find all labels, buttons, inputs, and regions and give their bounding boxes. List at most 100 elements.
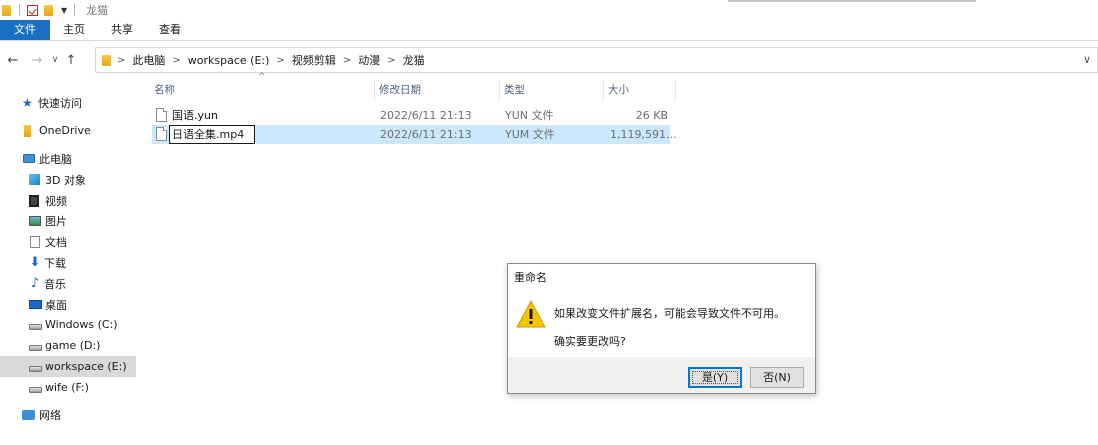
sidebar-item-label: OneDrive <box>39 124 91 137</box>
file-row[interactable]: 国语.yun 2022/6/11 21:13 YUN 文件 26 KB <box>152 106 670 125</box>
breadcrumb-separator-icon[interactable]: > <box>172 55 180 66</box>
drive-icon <box>29 365 42 372</box>
sidebar-item-desktop[interactable]: 桌面 <box>29 294 136 315</box>
video-icon <box>29 194 39 207</box>
recent-locations-chevron-icon[interactable]: ∨ <box>48 55 62 65</box>
sidebar-item-downloads[interactable]: ⬇ 下载 <box>29 252 136 273</box>
dialog-button-bar: 是(Y) 否(N) <box>508 357 815 393</box>
background-window-edge <box>728 0 976 2</box>
new-folder-icon[interactable] <box>44 4 53 16</box>
breadcrumb-separator-icon[interactable]: > <box>117 55 125 66</box>
sidebar-item-onedrive[interactable]: OneDrive <box>24 120 136 141</box>
sidebar-item-network[interactable]: 网络 <box>22 404 136 425</box>
file-icon <box>156 108 167 122</box>
sidebar-item-drive-f[interactable]: wife (F:) <box>29 377 136 398</box>
navigation-bar: ← → ∨ ↑ > 此电脑 > workspace (E:) > 视频剪辑 > … <box>0 46 1098 74</box>
breadcrumb-workspace[interactable]: workspace (E:) <box>188 54 270 67</box>
column-header-size[interactable]: 大小 <box>604 80 676 100</box>
sidebar-item-label: 此电脑 <box>39 152 72 166</box>
address-history-chevron-icon[interactable]: ∨ <box>1083 53 1091 66</box>
sidebar-item-documents[interactable]: 文档 <box>30 231 136 252</box>
forward-arrow-icon[interactable]: → <box>30 53 44 68</box>
pc-icon <box>23 154 35 163</box>
file-icon <box>156 127 167 141</box>
breadcrumb-separator-icon[interactable]: > <box>343 55 351 66</box>
sidebar-item-label: 音乐 <box>44 277 66 291</box>
folder-icon <box>102 54 111 66</box>
file-size: 26 KB <box>635 109 668 122</box>
file-type: YUM 文件 <box>505 128 555 141</box>
tab-share[interactable]: 共享 <box>98 20 146 40</box>
sidebar-item-drive-c[interactable]: Windows (C:) <box>29 314 136 335</box>
drive-icon <box>29 344 42 351</box>
3d-objects-icon <box>29 174 40 185</box>
breadcrumb-separator-icon[interactable]: > <box>387 55 395 66</box>
sidebar-item-music[interactable]: ♪ 音乐 <box>29 273 136 294</box>
sidebar-item-label: 下载 <box>44 256 66 270</box>
breadcrumb-video-editing[interactable]: 视频剪辑 <box>292 52 336 68</box>
sidebar-item-label: 3D 对象 <box>45 173 86 187</box>
sidebar-item-3d-objects[interactable]: 3D 对象 <box>29 169 136 190</box>
file-row-selected[interactable]: 日语全集.mp4 2022/6/11 21:13 YUM 文件 1,119,59… <box>152 125 677 144</box>
sidebar-item-label: 网络 <box>39 408 61 422</box>
warning-icon <box>516 300 546 328</box>
dialog-message: 如果改变文件扩展名，可能会导致文件不可用。 <box>554 307 785 320</box>
sidebar-item-this-pc[interactable]: 此电脑 <box>23 148 136 169</box>
tab-file[interactable]: 文件 <box>0 20 50 40</box>
pictures-icon <box>29 215 41 226</box>
folder-icon <box>2 4 11 16</box>
file-type: YUN 文件 <box>505 109 554 122</box>
sidebar-item-label: 图片 <box>45 214 67 228</box>
column-header-date[interactable]: 修改日期 <box>375 80 500 100</box>
separator <box>19 4 20 16</box>
rename-input[interactable]: 日语全集.mp4 <box>169 125 255 144</box>
no-button[interactable]: 否(N) <box>750 367 804 388</box>
documents-icon <box>30 235 40 248</box>
file-date: 2022/6/11 21:13 <box>380 128 472 141</box>
dialog-body: 如果改变文件扩展名，可能会导致文件不可用。 确实要更改吗? <box>508 291 815 357</box>
breadcrumb-separator-icon[interactable]: > <box>276 55 284 66</box>
sidebar-item-label: 桌面 <box>45 298 67 312</box>
sidebar-item-label: wife (F:) <box>45 381 89 394</box>
sidebar-item-label: Windows (C:) <box>45 318 118 331</box>
breadcrumb-anime[interactable]: 动漫 <box>358 52 380 68</box>
sidebar-item-label: 文档 <box>45 235 67 249</box>
file-size: 1,119,591... <box>610 128 677 141</box>
sidebar-item-videos[interactable]: 视频 <box>29 190 136 211</box>
dialog-title: 重命名 <box>508 264 815 291</box>
column-header-type[interactable]: 类型 <box>500 80 604 100</box>
column-header-name[interactable]: 名称 <box>150 80 375 100</box>
back-arrow-icon[interactable]: ← <box>6 53 20 68</box>
sidebar-item-drive-e[interactable]: workspace (E:) <box>0 356 136 377</box>
focus-ring <box>692 371 738 384</box>
sidebar-item-label: 快速访问 <box>38 96 82 110</box>
dialog-question: 确实要更改吗? <box>554 335 626 348</box>
network-icon <box>22 409 35 420</box>
sidebar-item-label: workspace (E:) <box>45 360 127 373</box>
star-icon: ★ <box>22 95 33 110</box>
quick-access-dropdown-icon[interactable]: ▼ <box>61 6 67 15</box>
up-arrow-icon[interactable]: ↑ <box>64 53 78 68</box>
properties-check-icon[interactable] <box>27 4 38 16</box>
breadcrumb-this-pc[interactable]: 此电脑 <box>132 52 165 68</box>
sidebar-item-pictures[interactable]: 图片 <box>29 210 136 231</box>
yes-button[interactable]: 是(Y) <box>688 367 742 388</box>
column-header-row: ^ 名称 修改日期 类型 大小 <box>150 72 676 100</box>
window-title: 龙猫 <box>86 4 109 17</box>
title-bar: ▼ 龙猫 <box>0 0 1098 20</box>
sidebar-item-quick-access[interactable]: ★ 快速访问 <box>22 92 136 113</box>
address-bar[interactable]: > 此电脑 > workspace (E:) > 视频剪辑 > 动漫 > 龙猫 … <box>95 47 1098 73</box>
tab-view[interactable]: 查看 <box>146 20 194 40</box>
separator <box>74 4 76 16</box>
download-icon: ⬇ <box>29 255 41 270</box>
sidebar-item-label: 视频 <box>45 194 67 208</box>
drive-icon <box>29 323 42 330</box>
breadcrumb-current-folder[interactable]: 龙猫 <box>403 52 425 68</box>
drive-icon <box>29 386 42 393</box>
onedrive-icon <box>24 124 31 137</box>
tab-home[interactable]: 主页 <box>50 20 98 40</box>
sidebar-item-label: game (D:) <box>45 339 101 352</box>
navigation-pane: ★ 快速访问 OneDrive 此电脑 3D 对象 视频 图片 文档 ⬇ 下载 … <box>0 88 140 428</box>
sidebar-item-drive-d[interactable]: game (D:) <box>29 335 136 356</box>
desktop-icon <box>29 300 42 309</box>
